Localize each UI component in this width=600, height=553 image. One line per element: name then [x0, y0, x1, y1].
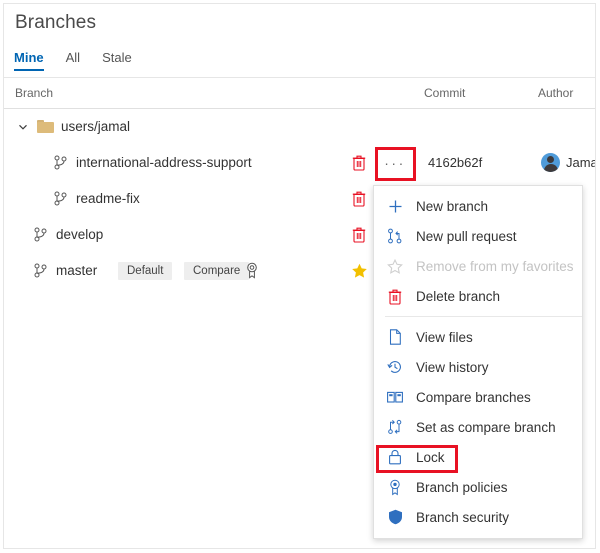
menu-item-delete-branch[interactable]: Delete branch — [374, 281, 582, 311]
compare-branch-badge: Compare — [184, 262, 249, 280]
branch-name-label: develop — [56, 227, 103, 242]
menu-item-branch-policies[interactable]: Branch policies — [374, 472, 582, 502]
folder-icon — [37, 120, 54, 133]
menu-item-label: Branch security — [416, 510, 509, 525]
menu-item-remove-from-favorites: Remove from my favorites — [374, 251, 582, 281]
menu-item-label: View history — [416, 360, 489, 375]
chevron-down-icon[interactable] — [17, 121, 29, 133]
policies-ribbon-icon — [386, 478, 404, 496]
menu-item-label: Set as compare branch — [416, 420, 556, 435]
delete-icon[interactable] — [352, 154, 366, 171]
lock-icon — [386, 448, 404, 466]
column-header-author: Author — [538, 86, 573, 100]
more-actions-button[interactable]: ··· — [377, 153, 413, 173]
menu-item-new-pull-request[interactable]: New pull request — [374, 221, 582, 251]
menu-item-label: View files — [416, 330, 473, 345]
branch-name-label: readme-fix — [76, 191, 140, 206]
set-compare-branch-icon — [386, 418, 404, 436]
file-icon — [386, 328, 404, 346]
delete-icon[interactable] — [352, 226, 366, 243]
default-branch-badge: Default — [118, 262, 172, 280]
tab-all[interactable]: All — [66, 50, 80, 71]
menu-item-view-history[interactable]: View history — [374, 352, 582, 382]
table-row[interactable]: users/jamal — [4, 109, 595, 145]
table-row[interactable]: international-address-support ··· 4162b6… — [4, 145, 595, 181]
branch-icon — [54, 191, 67, 206]
compare-branches-icon — [386, 388, 404, 406]
menu-item-compare-branches[interactable]: Compare branches — [374, 382, 582, 412]
page-title: Branches — [15, 12, 96, 34]
branch-icon — [34, 263, 47, 278]
menu-item-new-branch[interactable]: New branch — [374, 191, 582, 221]
trash-icon — [386, 287, 404, 305]
branch-icon — [34, 227, 47, 242]
filter-tabs: Mine All Stale — [14, 50, 154, 71]
menu-item-label: Delete branch — [416, 289, 500, 304]
menu-item-label: Compare branches — [416, 390, 531, 405]
pull-request-icon — [386, 227, 404, 245]
branch-name-label: master — [56, 263, 97, 278]
tab-stale[interactable]: Stale — [102, 50, 132, 71]
menu-item-label: Remove from my favorites — [416, 259, 574, 274]
delete-icon[interactable] — [352, 190, 366, 207]
menu-separator — [385, 316, 582, 317]
menu-item-view-files[interactable]: View files — [374, 322, 582, 352]
branches-page: Branches Mine All Stale Branch Commit Au… — [3, 3, 596, 549]
history-icon — [386, 358, 404, 376]
author-name: Jamal — [566, 155, 596, 170]
branch-name-label: international-address-support — [76, 155, 252, 170]
menu-item-lock[interactable]: Lock — [374, 442, 582, 472]
menu-item-set-as-compare-branch[interactable]: Set as compare branch — [374, 412, 582, 442]
avatar — [541, 153, 560, 172]
branch-policies-icon[interactable] — [245, 262, 259, 279]
menu-item-label: Branch policies — [416, 480, 508, 495]
branch-folder-label: users/jamal — [61, 119, 130, 134]
shield-icon — [386, 508, 404, 526]
menu-item-label: New branch — [416, 199, 488, 214]
plus-icon — [386, 197, 404, 215]
menu-item-label: New pull request — [416, 229, 517, 244]
tab-mine[interactable]: Mine — [14, 50, 44, 71]
menu-item-branch-security[interactable]: Branch security — [374, 502, 582, 532]
star-outline-icon — [386, 257, 404, 275]
menu-item-label: Lock — [416, 450, 445, 465]
table-header-row: Branch Commit Author — [4, 78, 595, 109]
favorite-star-icon[interactable] — [351, 263, 368, 279]
column-header-branch: Branch — [15, 86, 53, 100]
branch-context-menu: New branch New pull request — [373, 185, 583, 539]
branch-icon — [54, 155, 67, 170]
commit-hash: 4162b62f — [428, 155, 482, 170]
author-cell: Jamal — [541, 153, 596, 172]
column-header-commit: Commit — [424, 86, 465, 100]
